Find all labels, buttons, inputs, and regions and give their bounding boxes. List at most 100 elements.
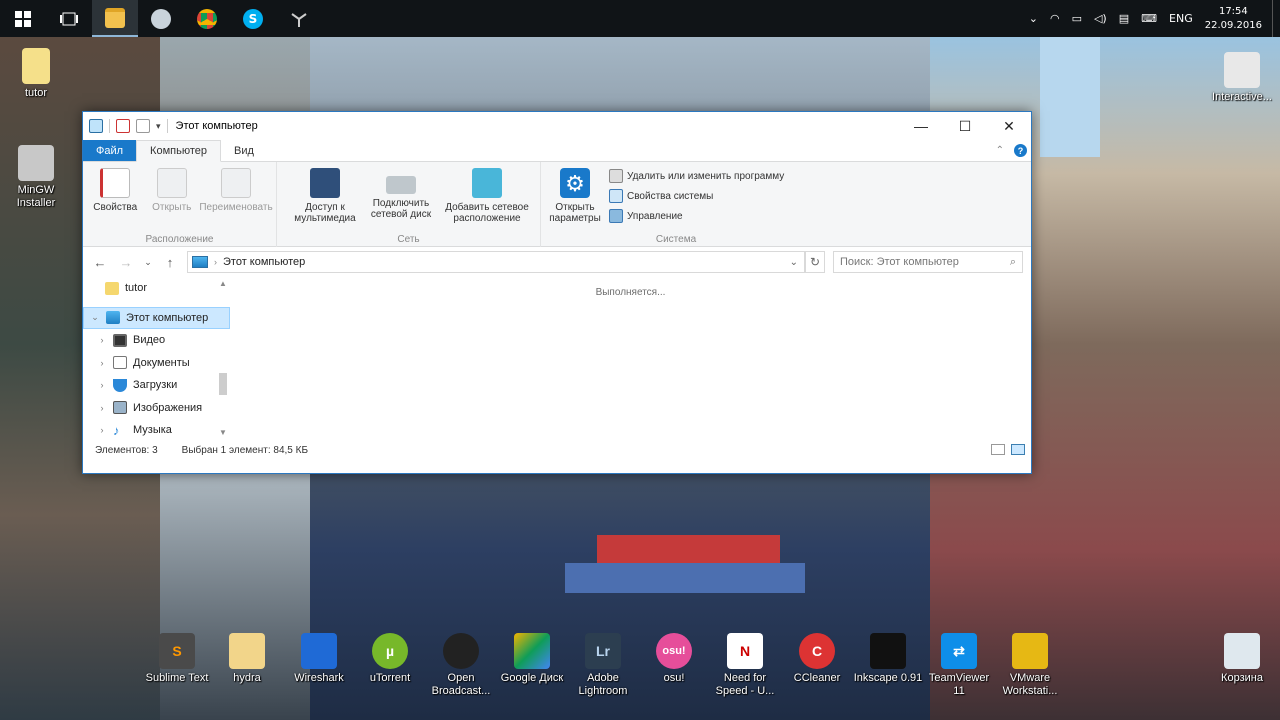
desktop-icon-tutor[interactable]: tutor (0, 48, 72, 100)
up-button[interactable]: ↑ (161, 255, 179, 270)
taskbar-explorer[interactable] (92, 0, 138, 37)
desktop-icon-utorrent[interactable]: µ uTorrent (354, 633, 426, 685)
desktop-icon-label: Adobe Lightroom (578, 672, 628, 697)
nav-item-this-pc[interactable]: ⌄ Этот компьютер (83, 306, 230, 329)
keyboard-icon[interactable]: ⌨ (1135, 12, 1163, 25)
desktop-icon-wireshark[interactable]: Wireshark (283, 633, 355, 685)
battery-icon[interactable]: ▭ (1066, 12, 1088, 25)
show-desktop-button[interactable] (1272, 0, 1280, 37)
wallpaper-sky (1040, 37, 1100, 157)
minimize-button[interactable]: — (899, 112, 943, 140)
forward-button[interactable]: → (117, 255, 135, 270)
wifi-icon[interactable]: ◠ (1044, 12, 1066, 25)
desktop-icon-obs[interactable]: Open Broadcast... (425, 633, 497, 698)
expand-chevron-icon[interactable]: › (95, 380, 109, 390)
desktop-icon-interactive[interactable]: Interactive... (1206, 52, 1278, 104)
search-input[interactable]: Поиск: Этот компьютер ⌕ (833, 251, 1023, 273)
desktop-icon-sublime[interactable]: S Sublime Text (141, 633, 213, 685)
tab-view[interactable]: Вид (221, 140, 267, 161)
expand-chevron-icon[interactable]: › (95, 335, 109, 345)
refresh-button[interactable]: ↻ (805, 251, 825, 273)
clock[interactable]: 17:54 22.09.2016 (1199, 5, 1268, 33)
close-button[interactable]: ✕ (987, 112, 1031, 140)
desktop-icon-osu[interactable]: osu! osu! (638, 633, 710, 685)
address-dropdown-icon[interactable]: ⌄ (790, 257, 798, 268)
system-properties-button[interactable]: Свойства системы (609, 186, 784, 206)
nav-item-pictures[interactable]: › Изображения (83, 397, 230, 420)
language-indicator[interactable]: ENG (1163, 12, 1199, 25)
task-view-icon (60, 12, 78, 25)
tab-file[interactable]: Файл (83, 140, 137, 161)
navpane-scrollbar[interactable]: ▲ ▼ (216, 277, 230, 439)
customize-qat-icon[interactable]: ▾ (156, 121, 161, 132)
taskbar-app-misc[interactable] (276, 0, 322, 37)
desktop-icon-google-drive[interactable]: Google Диск (496, 633, 568, 685)
recent-locations-button[interactable]: ⌄ (143, 257, 153, 268)
title-bar[interactable]: ▾ Этот компьютер — ☐ ✕ (83, 112, 1031, 140)
scrollbar-thumb[interactable] (219, 373, 227, 395)
chrome-shortcut-icon (1224, 52, 1260, 88)
tab-computer[interactable]: Компьютер (136, 140, 221, 162)
uninstall-program-button[interactable]: Удалить или изменить программу (609, 166, 784, 186)
breadcrumb-path[interactable]: Этот компьютер (223, 256, 305, 268)
nav-item-downloads[interactable]: › Загрузки (83, 374, 230, 397)
taskbar-skype[interactable]: S (230, 0, 276, 37)
properties-icon (100, 168, 131, 198)
desktop-icon-vmware[interactable]: VMware Workstati... (994, 633, 1066, 698)
desktop-icon-hydra[interactable]: hydra (211, 633, 283, 685)
system-tray: ⌄ ◠ ▭ ◁) ▤ ⌨ ENG 17:54 22.09.2016 (1023, 0, 1280, 37)
desktop-icon-lightroom[interactable]: Lr Adobe Lightroom (567, 633, 639, 698)
properties-icon[interactable] (116, 119, 130, 133)
ribbon-tabs: Файл Компьютер Вид ⌃ ? (83, 140, 1031, 162)
ribbon: Свойства Открыть Переименовать Расположе… (83, 162, 1031, 247)
nav-item-documents[interactable]: › Документы (83, 352, 230, 375)
maximize-button[interactable]: ☐ (943, 112, 987, 140)
scroll-up-icon[interactable]: ▲ (216, 279, 230, 288)
selection-info: Выбран 1 элемент: 84,5 КБ (181, 444, 309, 456)
chevron-up-icon[interactable]: ⌄ (1023, 12, 1044, 25)
nav-item-tutor[interactable]: tutor (83, 277, 230, 300)
desktop-icon-ccleaner[interactable]: C CCleaner (781, 633, 853, 685)
message-icon[interactable]: ▤ (1113, 12, 1135, 25)
group-label: Расположение (145, 234, 214, 245)
desktop-icon-mingw[interactable]: MinGW Installer (0, 145, 72, 210)
desktop-icon-teamviewer[interactable]: ⇄ TeamViewer 11 (923, 633, 995, 698)
nav-item-label: Этот компьютер (126, 311, 209, 324)
utorrent-icon: µ (372, 633, 408, 669)
loading-text: Выполняется... (595, 287, 666, 298)
breadcrumb-chevron-icon[interactable]: › (214, 257, 217, 267)
address-bar-row: ← → ⌄ ↑ › Этот компьютер ⌄ ↻ Поиск: Этот… (83, 247, 1031, 277)
desktop-icon-inkscape[interactable]: Inkscape 0.91 (852, 633, 924, 685)
collapse-chevron-icon[interactable]: ⌄ (88, 312, 102, 323)
group-label: Система (655, 234, 697, 245)
expand-chevron-icon[interactable]: › (95, 403, 109, 413)
new-folder-icon[interactable] (136, 119, 150, 133)
help-icon[interactable]: ? (1014, 144, 1027, 157)
nav-item-videos[interactable]: › Видео (83, 329, 230, 352)
network-location-icon (472, 168, 502, 198)
desktop-icon-recycle-bin[interactable]: Корзина (1206, 633, 1278, 685)
divider (109, 119, 110, 133)
address-bar[interactable]: › Этот компьютер ⌄ (187, 251, 805, 273)
taskbar-app-paint[interactable] (138, 0, 184, 37)
manage-button[interactable]: Управление (609, 206, 784, 226)
collapse-ribbon-icon[interactable]: ⌃ (996, 145, 1004, 156)
details-view-icon[interactable] (991, 444, 1005, 455)
expand-chevron-icon[interactable]: › (95, 358, 109, 368)
back-button[interactable]: ← (91, 255, 109, 270)
large-icons-view-icon[interactable] (1011, 444, 1025, 455)
expand-chevron-icon[interactable]: › (95, 425, 109, 435)
volume-icon[interactable]: ◁) (1088, 12, 1113, 25)
item-count: Элементов: 3 (95, 444, 158, 456)
start-button[interactable] (0, 0, 46, 37)
task-view-button[interactable] (46, 0, 92, 37)
view-toggle (991, 444, 1025, 455)
skype-icon: S (243, 8, 263, 29)
computer-icon[interactable] (89, 119, 103, 133)
scroll-down-icon[interactable]: ▼ (216, 428, 230, 437)
desktop-icon-nfs[interactable]: N Need for Speed - U... (709, 633, 781, 698)
content-pane[interactable]: Выполняется... (230, 277, 1031, 439)
obs-icon (443, 633, 479, 669)
taskbar-chrome[interactable] (184, 0, 230, 37)
window-title: Этот компьютер (175, 120, 258, 132)
